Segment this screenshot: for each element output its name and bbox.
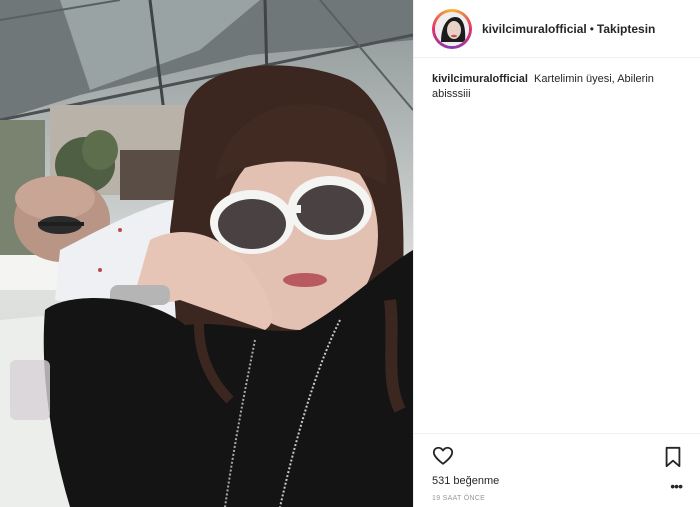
heart-outline-icon[interactable] bbox=[432, 445, 454, 467]
post-timestamp: 19 SAAT ÖNCE bbox=[432, 495, 486, 502]
bookmark-icon[interactable] bbox=[663, 446, 683, 468]
post-caption: kivilcimuralofficial Kartelimin üyesi, A… bbox=[432, 72, 687, 102]
instagram-post: kivilcimuralofficial • Takiptesin kivilcim… bbox=[0, 0, 700, 507]
avatar[interactable] bbox=[432, 8, 472, 49]
post-sidebar: kivilcimuralofficial • Takiptesin kivilcim… bbox=[413, 0, 700, 507]
post-photo[interactable] bbox=[0, 0, 413, 507]
more-options-icon[interactable]: ••• bbox=[670, 478, 683, 494]
caption-username-link[interactable]: kivilcimuralofficial bbox=[432, 73, 528, 85]
header-text: kivilcimuralofficial • Takiptesin bbox=[482, 22, 655, 36]
profile-photo-icon bbox=[435, 11, 469, 46]
avatar-image bbox=[435, 11, 469, 46]
like-count[interactable]: 531 beğenme bbox=[432, 475, 499, 487]
post-actions: 531 beğenme 19 SAAT ÖNCE ••• bbox=[414, 433, 700, 507]
following-status[interactable]: Takiptesin bbox=[597, 22, 655, 36]
post-header: kivilcimuralofficial • Takiptesin bbox=[414, 0, 700, 58]
selfie-photo-illustration bbox=[0, 0, 413, 507]
header-separator: • bbox=[589, 21, 594, 36]
username-link[interactable]: kivilcimuralofficial bbox=[482, 22, 587, 36]
